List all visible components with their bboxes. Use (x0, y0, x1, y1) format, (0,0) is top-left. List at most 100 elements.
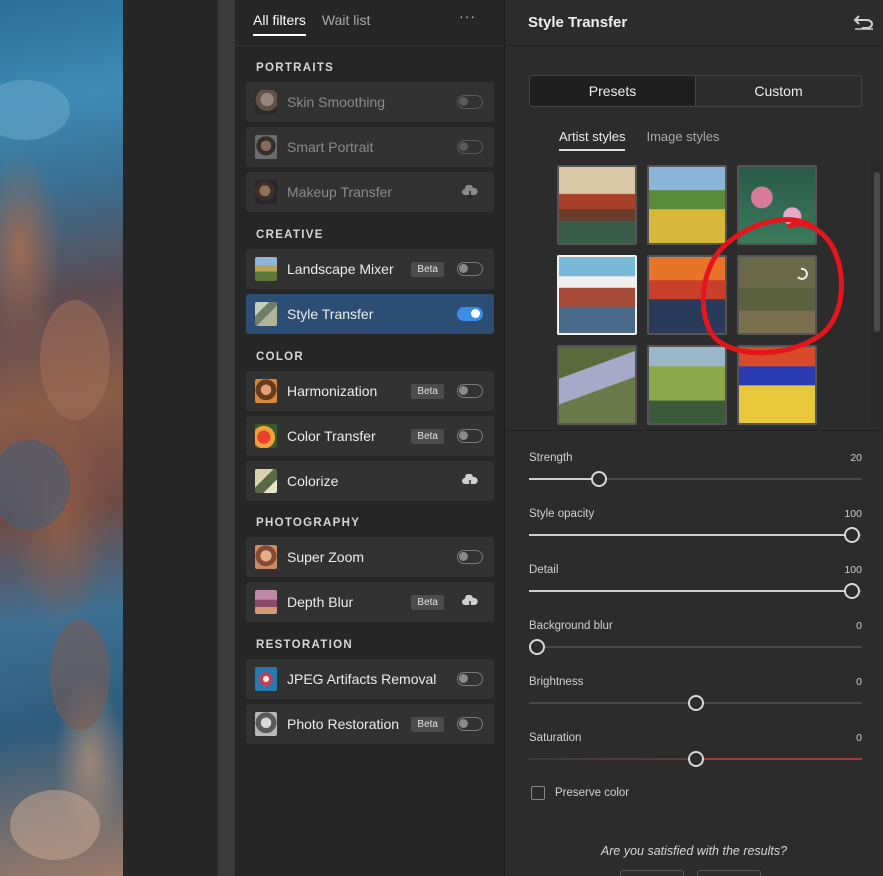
toggle-switch[interactable] (457, 717, 483, 731)
saturation-gradient-right (696, 758, 862, 760)
strength-slider[interactable] (529, 471, 862, 487)
filter-item-smart-portrait[interactable]: Smart Portrait (246, 127, 494, 167)
toggle-switch[interactable] (457, 550, 483, 564)
depth-blur-thumbnail (255, 590, 277, 614)
filter-item-colorize[interactable]: Colorize (246, 461, 494, 501)
toggle-switch[interactable] (457, 429, 483, 443)
tab-image-styles[interactable]: Image styles (646, 129, 719, 151)
smart-portrait-thumbnail (255, 135, 277, 159)
slider-knob[interactable] (844, 583, 860, 599)
toggle-switch[interactable] (457, 95, 483, 109)
feedback-yes-button[interactable] (620, 870, 684, 876)
slider-label: Saturation (529, 732, 582, 744)
filter-item-label: Smart Portrait (287, 139, 374, 155)
filter-item-skin-smoothing[interactable]: Skin Smoothing (246, 82, 494, 122)
color-transfer-thumbnail (255, 424, 277, 448)
filter-item-jpeg-artifacts-removal[interactable]: JPEG Artifacts Removal (246, 659, 494, 699)
style-tile-3[interactable] (737, 165, 817, 245)
style-tile-8[interactable] (647, 345, 727, 425)
slider-value: 0 (856, 732, 862, 744)
feedback-no-button[interactable] (697, 870, 761, 876)
toggle-switch[interactable] (457, 672, 483, 686)
style-tile-2[interactable] (647, 165, 727, 245)
filter-item-label: JPEG Artifacts Removal (287, 671, 437, 687)
slider-knob[interactable] (529, 639, 545, 655)
image-canvas[interactable] (0, 0, 123, 876)
filter-item-photo-restoration[interactable]: Photo Restoration Beta (246, 704, 494, 744)
background-blur-slider[interactable] (529, 639, 862, 655)
cloud-download-icon[interactable] (457, 185, 483, 199)
detail-slider[interactable] (529, 583, 862, 599)
filter-item-label: Colorize (287, 473, 339, 489)
slider-knob[interactable] (591, 471, 607, 487)
tab-all-filters[interactable]: All filters (253, 12, 306, 36)
style-tile-6[interactable] (737, 255, 817, 335)
filter-item-makeup-transfer[interactable]: Makeup Transfer (246, 172, 494, 212)
filter-item-label: Style Transfer (287, 306, 374, 322)
filter-item-harmonization[interactable]: Harmonization Beta (246, 371, 494, 411)
photo-restoration-thumbnail (255, 712, 277, 736)
colorize-thumbnail (255, 469, 277, 493)
style-tile-1[interactable] (557, 165, 637, 245)
style-thumbnail-grid (505, 160, 871, 426)
slider-value: 100 (844, 564, 862, 576)
landscape-mixer-thumbnail (255, 257, 277, 281)
cloud-download-icon[interactable] (457, 595, 483, 609)
scrollbar-thumb[interactable] (874, 172, 880, 332)
toggle-switch[interactable] (457, 262, 483, 276)
slider-label: Brightness (529, 676, 584, 688)
slider-knob[interactable] (688, 695, 704, 711)
style-tile-5[interactable] (647, 255, 727, 335)
saturation-slider[interactable] (529, 751, 862, 767)
divider (505, 430, 883, 431)
style-tile-4[interactable] (557, 255, 637, 335)
preset-mode-toggle: Presets Custom (529, 75, 862, 107)
filter-item-label: Landscape Mixer (287, 261, 394, 277)
section-photography: PHOTOGRAPHY (256, 517, 361, 529)
beta-badge: Beta (411, 428, 444, 444)
filter-item-landscape-mixer[interactable]: Landscape Mixer Beta (246, 249, 494, 289)
skin-smoothing-thumbnail (255, 90, 277, 114)
filter-item-label: Depth Blur (287, 594, 354, 610)
style-grid-scrollbar[interactable] (871, 160, 883, 426)
filter-item-super-zoom[interactable]: Super Zoom (246, 537, 494, 577)
style-tile-9[interactable] (737, 345, 817, 425)
slider-value: 20 (850, 452, 862, 464)
undo-icon[interactable] (853, 12, 875, 35)
slider-knob[interactable] (688, 751, 704, 767)
toggle-switch[interactable] (457, 140, 483, 154)
super-zoom-thumbnail (255, 545, 277, 569)
style-subtabs: Artist styles Image styles (559, 129, 719, 151)
slider-label: Detail (529, 564, 559, 576)
tab-wait-list[interactable]: Wait list (322, 12, 370, 36)
toggle-switch[interactable] (457, 307, 483, 321)
style-tile-7[interactable] (557, 345, 637, 425)
section-creative: CREATIVE (256, 229, 324, 241)
slider-fill (529, 590, 852, 592)
cloud-download-icon[interactable] (457, 474, 483, 488)
filter-item-color-transfer[interactable]: Color Transfer Beta (246, 416, 494, 456)
toggle-switch[interactable] (457, 384, 483, 398)
loading-spinner-icon (797, 267, 808, 280)
custom-button[interactable]: Custom (696, 76, 861, 106)
slider-value: 0 (856, 676, 862, 688)
tab-artist-styles[interactable]: Artist styles (559, 129, 626, 151)
brightness-slider[interactable] (529, 695, 862, 711)
slider-fill (529, 534, 852, 536)
presets-button[interactable]: Presets (530, 76, 696, 106)
filter-item-style-transfer[interactable]: Style Transfer (246, 294, 494, 334)
slider-label: Strength (529, 452, 573, 464)
slider-knob[interactable] (844, 527, 860, 543)
filter-item-depth-blur[interactable]: Depth Blur Beta (246, 582, 494, 622)
panel-header: Style Transfer (505, 0, 883, 46)
more-options-icon[interactable]: ··· (459, 8, 476, 24)
style-opacity-slider[interactable] (529, 527, 862, 543)
slider-value: 100 (844, 508, 862, 520)
makeup-transfer-thumbnail (255, 180, 277, 204)
jpeg-artifacts-thumbnail (255, 667, 277, 691)
panel-splitter[interactable] (217, 0, 235, 876)
filter-item-label: Super Zoom (287, 549, 365, 565)
preserve-color-checkbox[interactable] (531, 786, 545, 800)
slider-value: 0 (856, 620, 862, 632)
filter-item-label: Photo Restoration (287, 716, 400, 732)
